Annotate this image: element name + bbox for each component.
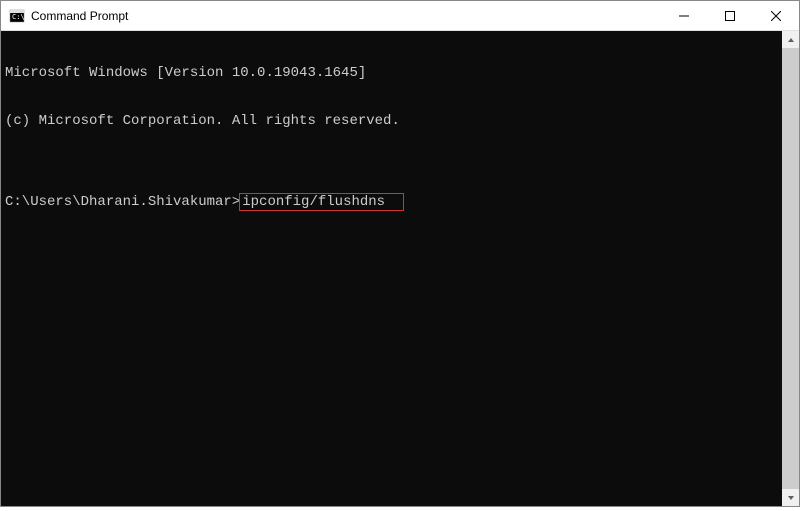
titlebar[interactable]: C:\ Command Prompt: [1, 1, 799, 31]
terminal-content: Microsoft Windows [Version 10.0.19043.16…: [1, 31, 782, 506]
svg-text:C:\: C:\: [12, 13, 25, 21]
close-button[interactable]: [753, 1, 799, 30]
terminal-command-highlighted: ipconfig/flushdns: [239, 193, 404, 211]
scroll-track[interactable]: [782, 48, 799, 489]
command-prompt-window: C:\ Command Prompt Microsoft Windows [Ve…: [0, 0, 800, 507]
terminal-line-version: Microsoft Windows [Version 10.0.19043.16…: [5, 65, 778, 81]
maximize-button[interactable]: [707, 1, 753, 30]
window-title: Command Prompt: [31, 9, 661, 23]
vertical-scrollbar[interactable]: [782, 31, 799, 506]
scroll-down-button[interactable]: [782, 489, 799, 506]
scroll-up-button[interactable]: [782, 31, 799, 48]
command-prompt-icon: C:\: [9, 8, 25, 24]
window-controls: [661, 1, 799, 30]
terminal-area[interactable]: Microsoft Windows [Version 10.0.19043.16…: [1, 31, 799, 506]
scroll-thumb[interactable]: [782, 48, 799, 489]
terminal-prompt: C:\Users\Dharani.Shivakumar>: [5, 194, 240, 210]
terminal-prompt-line: C:\Users\Dharani.Shivakumar>ipconfig/flu…: [5, 193, 778, 211]
terminal-line-copyright: (c) Microsoft Corporation. All rights re…: [5, 113, 778, 129]
minimize-button[interactable]: [661, 1, 707, 30]
